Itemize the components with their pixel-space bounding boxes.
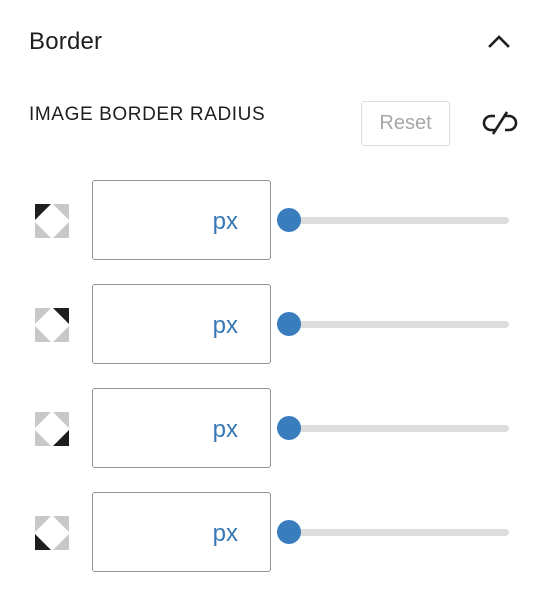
corner-top-right-icon — [35, 308, 69, 342]
unit-selector[interactable]: px — [213, 312, 238, 340]
radius-slider-track[interactable] — [289, 425, 509, 432]
collapse-button[interactable] — [482, 26, 516, 60]
unlink-sides-button[interactable] — [478, 105, 522, 145]
radius-row-top-right: px — [0, 284, 550, 364]
radius-slider-track[interactable] — [289, 529, 509, 536]
border-panel: Border IMAGE BORDER RADIUS Reset px px p… — [0, 0, 550, 612]
radius-value-field[interactable] — [101, 293, 205, 355]
unit-selector[interactable]: px — [213, 520, 238, 548]
panel-title: Border — [29, 28, 103, 55]
reset-button[interactable]: Reset — [361, 101, 450, 146]
radius-value-field[interactable] — [101, 189, 205, 251]
chevron-up-icon — [487, 33, 511, 54]
radius-slider-thumb[interactable] — [277, 416, 301, 440]
corner-top-left-icon — [35, 204, 69, 238]
radius-input-bottom-left[interactable]: px — [92, 492, 271, 572]
corner-bottom-right-icon — [35, 412, 69, 446]
radius-slider-thumb[interactable] — [277, 520, 301, 544]
panel-header[interactable]: Border — [0, 0, 550, 86]
radius-row-bottom-left: px — [0, 492, 550, 572]
section-label: IMAGE BORDER RADIUS — [29, 104, 266, 125]
unlink-icon — [480, 106, 520, 145]
radius-row-bottom-right: px — [0, 388, 550, 468]
radius-slider-track[interactable] — [289, 217, 509, 224]
radius-row-top-left: px — [0, 180, 550, 260]
corner-bottom-left-icon — [35, 516, 69, 550]
radius-input-top-left[interactable]: px — [92, 180, 271, 260]
radius-input-bottom-right[interactable]: px — [92, 388, 271, 468]
radius-slider-thumb[interactable] — [277, 312, 301, 336]
radius-value-field[interactable] — [101, 397, 205, 459]
unit-selector[interactable]: px — [213, 416, 238, 444]
radius-slider-thumb[interactable] — [277, 208, 301, 232]
radius-value-field[interactable] — [101, 501, 205, 563]
unit-selector[interactable]: px — [213, 208, 238, 236]
radius-slider-track[interactable] — [289, 321, 509, 328]
radius-input-top-right[interactable]: px — [92, 284, 271, 364]
